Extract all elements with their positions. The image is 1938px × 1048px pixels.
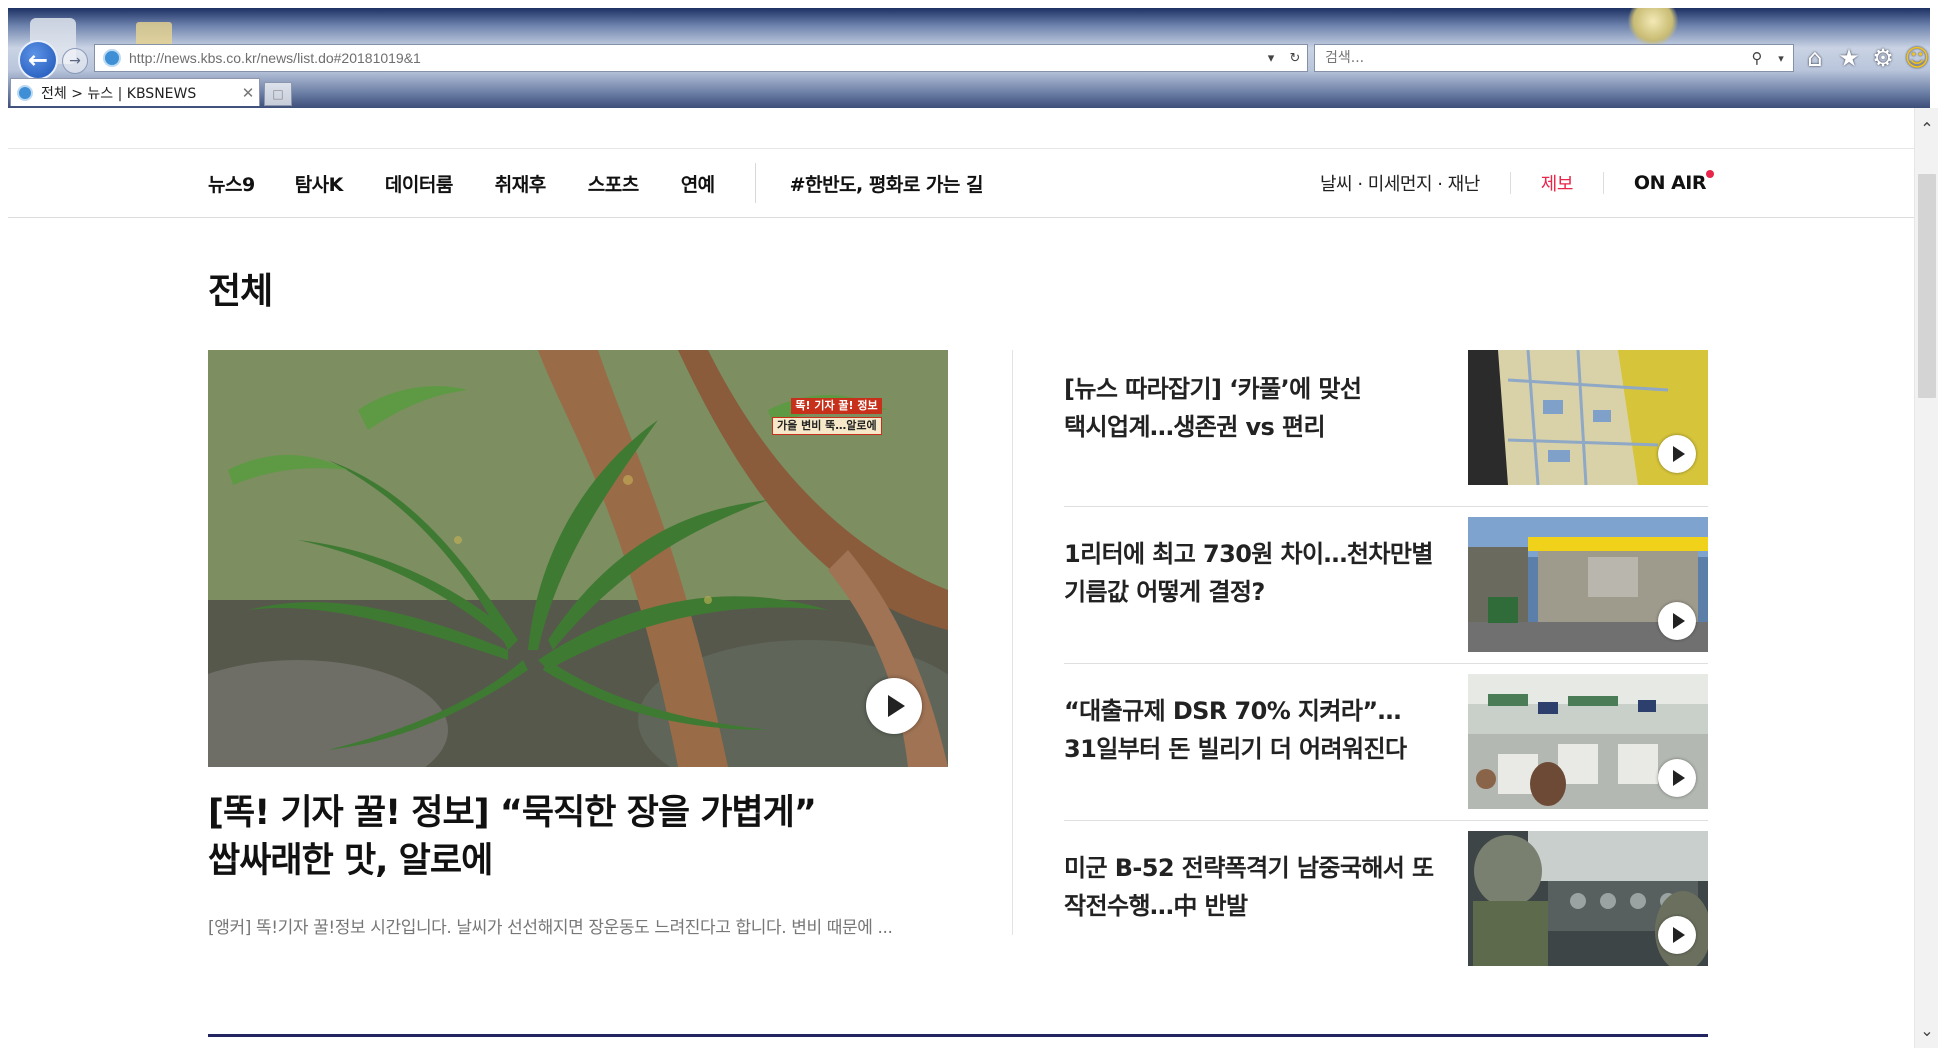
site-favicon-icon: [103, 49, 121, 67]
article-title-line1: 1리터에 최고 730원 차이…천차만별: [1064, 540, 1433, 568]
caption-line-2: 가을 변비 뚝…알로에: [772, 417, 882, 435]
article-title[interactable]: 미군 B-52 전략폭격기 남중국해서 또 작전수행…中 반발: [1064, 849, 1454, 925]
nav-item-dataroom[interactable]: 데이터룸: [385, 170, 453, 197]
article-title-line1: [뉴스 따라잡기] ‘카풀’에 맞선: [1064, 375, 1362, 403]
new-tab-icon[interactable]: □: [264, 82, 292, 106]
nav-item-sports[interactable]: 스포츠: [588, 170, 639, 197]
refresh-icon[interactable]: ↻: [1283, 51, 1307, 66]
column-divider: [1012, 350, 1013, 935]
address-dropdown-icon[interactable]: ▾: [1259, 51, 1283, 66]
nav-item-entertainment[interactable]: 연예: [681, 170, 715, 197]
scroll-down-icon[interactable]: ⌄: [1915, 1018, 1938, 1042]
nav-item-tamsa-k[interactable]: 탐사K: [295, 170, 344, 197]
article-title-line2: 31일부터 돈 빌리기 더 어려워진다: [1064, 735, 1407, 763]
theme-sun-decoration: [1628, 8, 1678, 46]
browser-tab-active[interactable]: 전체 > 뉴스 | KBSNEWS ✕: [10, 78, 260, 106]
utility-divider: [1509, 172, 1511, 194]
play-video-icon[interactable]: [1658, 435, 1696, 473]
article-thumbnail-gas-station[interactable]: [1468, 517, 1708, 652]
lead-headline-line2: 쌉싸래한 맛, 알로에: [208, 841, 493, 881]
nav-divider: [754, 163, 756, 203]
article-title-line2: 택시업계…생존권 vs 편리: [1064, 413, 1326, 441]
article-thumbnail-cockpit[interactable]: [1468, 831, 1708, 966]
play-video-icon[interactable]: [1658, 759, 1696, 797]
tab-title: 전체 > 뉴스 | KBSNEWS: [41, 85, 197, 102]
article-thumbnail-bank[interactable]: [1468, 674, 1708, 809]
settings-gear-icon[interactable]: ⚙: [1870, 44, 1896, 72]
global-nav: 뉴스9 탐사K 데이터룸 취재후 스포츠 연예 #한반도, 평화로 가는 길 날…: [8, 148, 1914, 218]
address-bar[interactable]: http://news.kbs.co.kr/news/list.do#20181…: [94, 44, 1308, 72]
utility-menu: 날씨 · 미세먼지 · 재난 제보 ON AIR: [1320, 149, 1714, 217]
list-item[interactable]: [뉴스 따라잡기] ‘카풀’에 맞선 택시업계…생존권 vs 편리: [1064, 350, 1708, 507]
weather-disaster-link[interactable]: 날씨 · 미세먼지 · 재난: [1320, 170, 1480, 196]
forward-arrow-icon[interactable]: →: [62, 48, 88, 74]
search-box[interactable]: ⚲ ▾: [1314, 44, 1794, 72]
page-title: 전체: [208, 271, 273, 312]
lead-headline[interactable]: [똑! 기자 꿀! 정보] “묵직한 장을 가볍게” 쌉싸래한 맛, 알로에: [208, 789, 948, 885]
lead-article[interactable]: 똑! 기자 꿀! 정보 가을 변비 뚝…알로에 [똑! 기자 꿀! 정보] “묵…: [208, 350, 948, 938]
play-video-icon[interactable]: [1658, 916, 1696, 954]
section-bottom-rule: [208, 1034, 1708, 1037]
article-title-line1: 미군 B-52 전략폭격기 남중국해서 또: [1064, 854, 1434, 882]
nav-item-news9[interactable]: 뉴스9: [208, 170, 255, 197]
on-air-link[interactable]: ON AIR: [1633, 170, 1714, 194]
search-icon[interactable]: ⚲: [1745, 49, 1769, 67]
nav-hashtag-link[interactable]: #한반도, 평화로 가는 길: [790, 170, 984, 197]
caption-line-1: 똑! 기자 꿀! 정보: [791, 398, 882, 414]
list-item[interactable]: “대출규제 DSR 70% 지켜라”… 31일부터 돈 빌리기 더 어려워진다: [1064, 664, 1708, 821]
article-title-line1: “대출규제 DSR 70% 지켜라”…: [1064, 697, 1402, 725]
article-thumbnail-map[interactable]: [1468, 350, 1708, 485]
lead-headline-line1: [똑! 기자 꿀! 정보] “묵직한 장을 가볍게”: [208, 793, 817, 833]
vertical-scrollbar[interactable]: ⌃ ⌄: [1914, 108, 1938, 1048]
main-menu: 뉴스9 탐사K 데이터룸 취재후 스포츠 연예 #한반도, 평화로 가는 길: [208, 149, 983, 217]
article-title[interactable]: 1리터에 최고 730원 차이…천차만별 기름값 어떻게 결정?: [1064, 535, 1454, 611]
play-video-icon[interactable]: [866, 678, 922, 734]
video-caption-overlay: 똑! 기자 꿀! 정보 가을 변비 뚝…알로에: [772, 394, 882, 435]
list-item[interactable]: 1리터에 최고 730원 차이…천차만별 기름값 어떻게 결정?: [1064, 507, 1708, 664]
scrollbar-thumb[interactable]: [1918, 174, 1936, 398]
article-title-line2: 기름값 어떻게 결정?: [1064, 578, 1265, 606]
tab-favicon-icon: [17, 84, 33, 101]
search-dropdown-icon[interactable]: ▾: [1769, 52, 1793, 65]
back-arrow-icon[interactable]: ←: [18, 40, 58, 80]
address-url[interactable]: http://news.kbs.co.kr/news/list.do#20181…: [129, 50, 1259, 66]
page-viewport: 뉴스9 탐사K 데이터룸 취재후 스포츠 연예 #한반도, 평화로 가는 길 날…: [8, 108, 1914, 1048]
play-video-icon[interactable]: [1658, 602, 1696, 640]
smiley-feedback-icon[interactable]: ☺: [1904, 44, 1930, 72]
list-item[interactable]: 미군 B-52 전략폭격기 남중국해서 또 작전수행…中 반발: [1064, 821, 1708, 978]
live-dot-icon: [1706, 170, 1714, 178]
lead-summary[interactable]: [앵커] 똑!기자 꿀!정보 시간입니다. 날씨가 선선해지면 장운동도 느려진…: [208, 913, 948, 938]
nav-item-chwijaehu[interactable]: 취재후: [495, 170, 546, 197]
search-input[interactable]: [1325, 50, 1745, 66]
home-icon[interactable]: ⌂: [1802, 44, 1828, 72]
lead-thumbnail-aloe[interactable]: 똑! 기자 꿀! 정보 가을 변비 뚝…알로에: [208, 350, 948, 767]
article-list: [뉴스 따라잡기] ‘카풀’에 맞선 택시업계…생존권 vs 편리 1리터에 최…: [1064, 350, 1708, 978]
tab-close-icon[interactable]: ✕: [237, 84, 259, 102]
report-tip-link[interactable]: 제보: [1541, 170, 1574, 196]
favorites-star-icon[interactable]: ★: [1836, 44, 1862, 72]
article-title[interactable]: “대출규제 DSR 70% 지켜라”… 31일부터 돈 빌리기 더 어려워진다: [1064, 692, 1454, 768]
scroll-up-icon[interactable]: ⌃: [1915, 116, 1938, 140]
on-air-label: ON AIR: [1633, 172, 1707, 194]
browser-toolbar: ⌂ ★ ⚙ ☺: [1802, 44, 1930, 72]
article-title[interactable]: [뉴스 따라잡기] ‘카풀’에 맞선 택시업계…생존권 vs 편리: [1064, 370, 1454, 446]
article-title-line2: 작전수행…中 반발: [1064, 892, 1248, 920]
utility-divider: [1602, 172, 1604, 194]
browser-chrome: ← → http://news.kbs.co.kr/news/list.do#2…: [8, 8, 1930, 108]
